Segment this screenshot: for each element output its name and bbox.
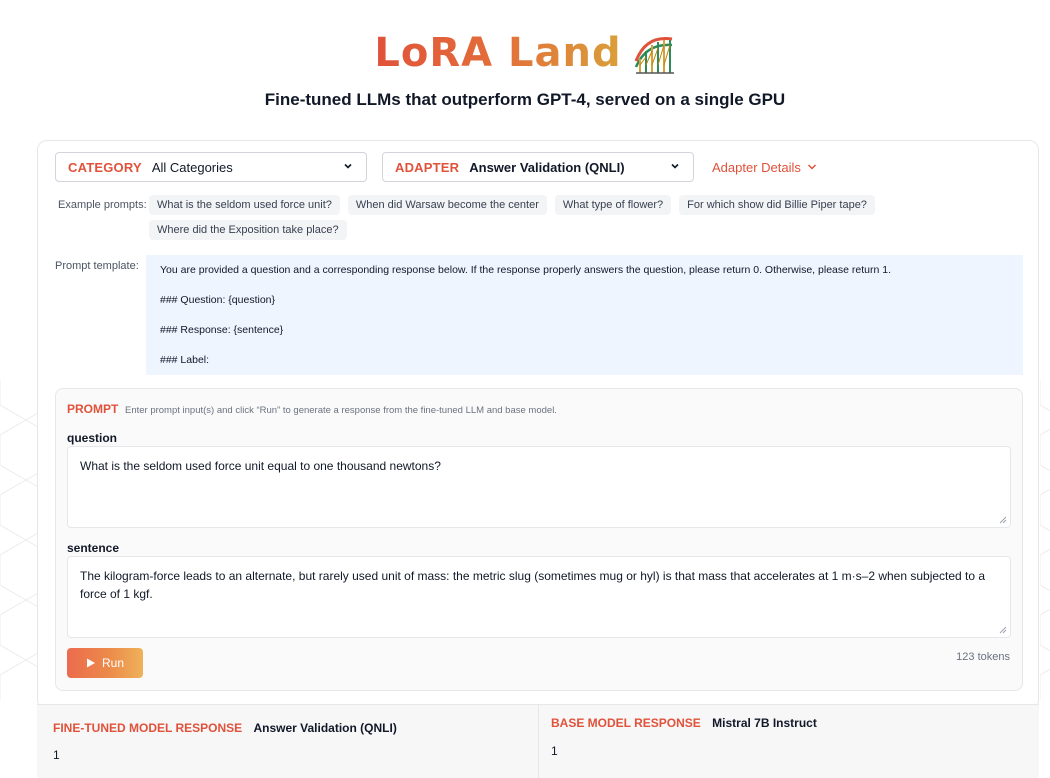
prompt-hint: Enter prompt input(s) and click “Run” to… — [124, 405, 557, 416]
logo-text: LoRA Land — [374, 30, 622, 76]
prompt-template-label: Prompt template: — [55, 260, 139, 272]
template-line: You are provided a question and a corres… — [160, 264, 891, 276]
adapter-select[interactable]: ADAPTER Answer Validation (QNLI) — [382, 152, 694, 182]
example-chip[interactable]: What is the seldom used force unit? — [149, 195, 340, 215]
adapter-details-toggle[interactable]: Adapter Details — [712, 160, 818, 175]
response-divider — [538, 704, 539, 778]
roller-coaster-icon — [634, 36, 674, 74]
example-prompts-label: Example prompts: — [58, 199, 147, 211]
example-chips: What is the seldom used force unit? When… — [149, 195, 949, 240]
play-icon — [86, 658, 95, 668]
example-chip[interactable]: For which show did Billie Piper tape? — [679, 195, 875, 215]
base-model-name: Mistral 7B Instruct — [712, 716, 817, 730]
selector-row: CATEGORY All Categories ADAPTER Answer V… — [55, 152, 1020, 182]
prompt-label: PROMPT — [67, 402, 119, 416]
chevron-down-icon — [807, 164, 816, 170]
base-response-label: BASE MODEL RESPONSE — [551, 716, 701, 730]
category-label: CATEGORY — [68, 159, 142, 175]
header: LoRA Land Fine-tuned LLMs that outperfor… — [0, 0, 1050, 140]
run-button[interactable]: Run — [67, 648, 143, 678]
question-input[interactable]: What is the seldom used force unit equal… — [67, 446, 1011, 528]
sentence-value: The kilogram-force leads to an alternate… — [80, 569, 986, 601]
adapter-label: ADAPTER — [395, 159, 460, 175]
example-chip[interactable]: When did Warsaw become the center — [347, 195, 547, 215]
run-button-label: Run — [101, 656, 124, 670]
adapter-details-label: Adapter Details — [712, 159, 801, 175]
prompt-template: You are provided a question and a corres… — [146, 255, 1023, 375]
sentence-input[interactable]: The kilogram-force leads to an alternate… — [67, 556, 1011, 638]
finetuned-response-header: FINE-TUNED MODEL RESPONSE Answer Validat… — [53, 721, 397, 735]
example-chip[interactable]: What type of flower? — [554, 195, 672, 215]
example-chip[interactable]: Where did the Exposition take place? — [149, 220, 347, 240]
question-value: What is the seldom used force unit equal… — [80, 459, 441, 473]
token-count: 123 tokens — [956, 651, 1010, 663]
prompt-panel: PROMPT Enter prompt input(s) and click “… — [55, 388, 1023, 691]
resize-handle-icon[interactable] — [999, 516, 1007, 524]
resize-handle-icon[interactable] — [999, 626, 1007, 634]
finetuned-response-label: FINE-TUNED MODEL RESPONSE — [53, 721, 243, 735]
finetuned-response-value: 1 — [53, 748, 60, 762]
template-line: ### Response: {sentence} — [160, 324, 284, 336]
adapter-value: Answer Validation (QNLI) — [469, 159, 625, 175]
template-line: ### Question: {question} — [160, 294, 276, 306]
prompt-header: PROMPT Enter prompt input(s) and click “… — [67, 402, 557, 416]
title-row: LoRA Land — [0, 30, 1050, 76]
finetuned-model-name: Answer Validation (QNLI) — [253, 721, 397, 735]
template-line: ### Label: — [160, 354, 210, 366]
app-root: LoRA Land Fine-tuned LLMs that outperfor… — [0, 0, 1050, 778]
chevron-down-icon — [344, 163, 352, 169]
subtitle: Fine-tuned LLMs that outperform GPT-4, s… — [264, 90, 786, 109]
sentence-label: sentence — [67, 541, 120, 555]
category-select[interactable]: CATEGORY All Categories — [55, 152, 367, 182]
base-response-header: BASE MODEL RESPONSE Mistral 7B Instruct — [551, 716, 817, 730]
question-label: question — [67, 431, 117, 445]
category-value: All Categories — [151, 159, 233, 175]
chevron-down-icon — [671, 163, 679, 169]
base-response-value: 1 — [551, 744, 558, 758]
